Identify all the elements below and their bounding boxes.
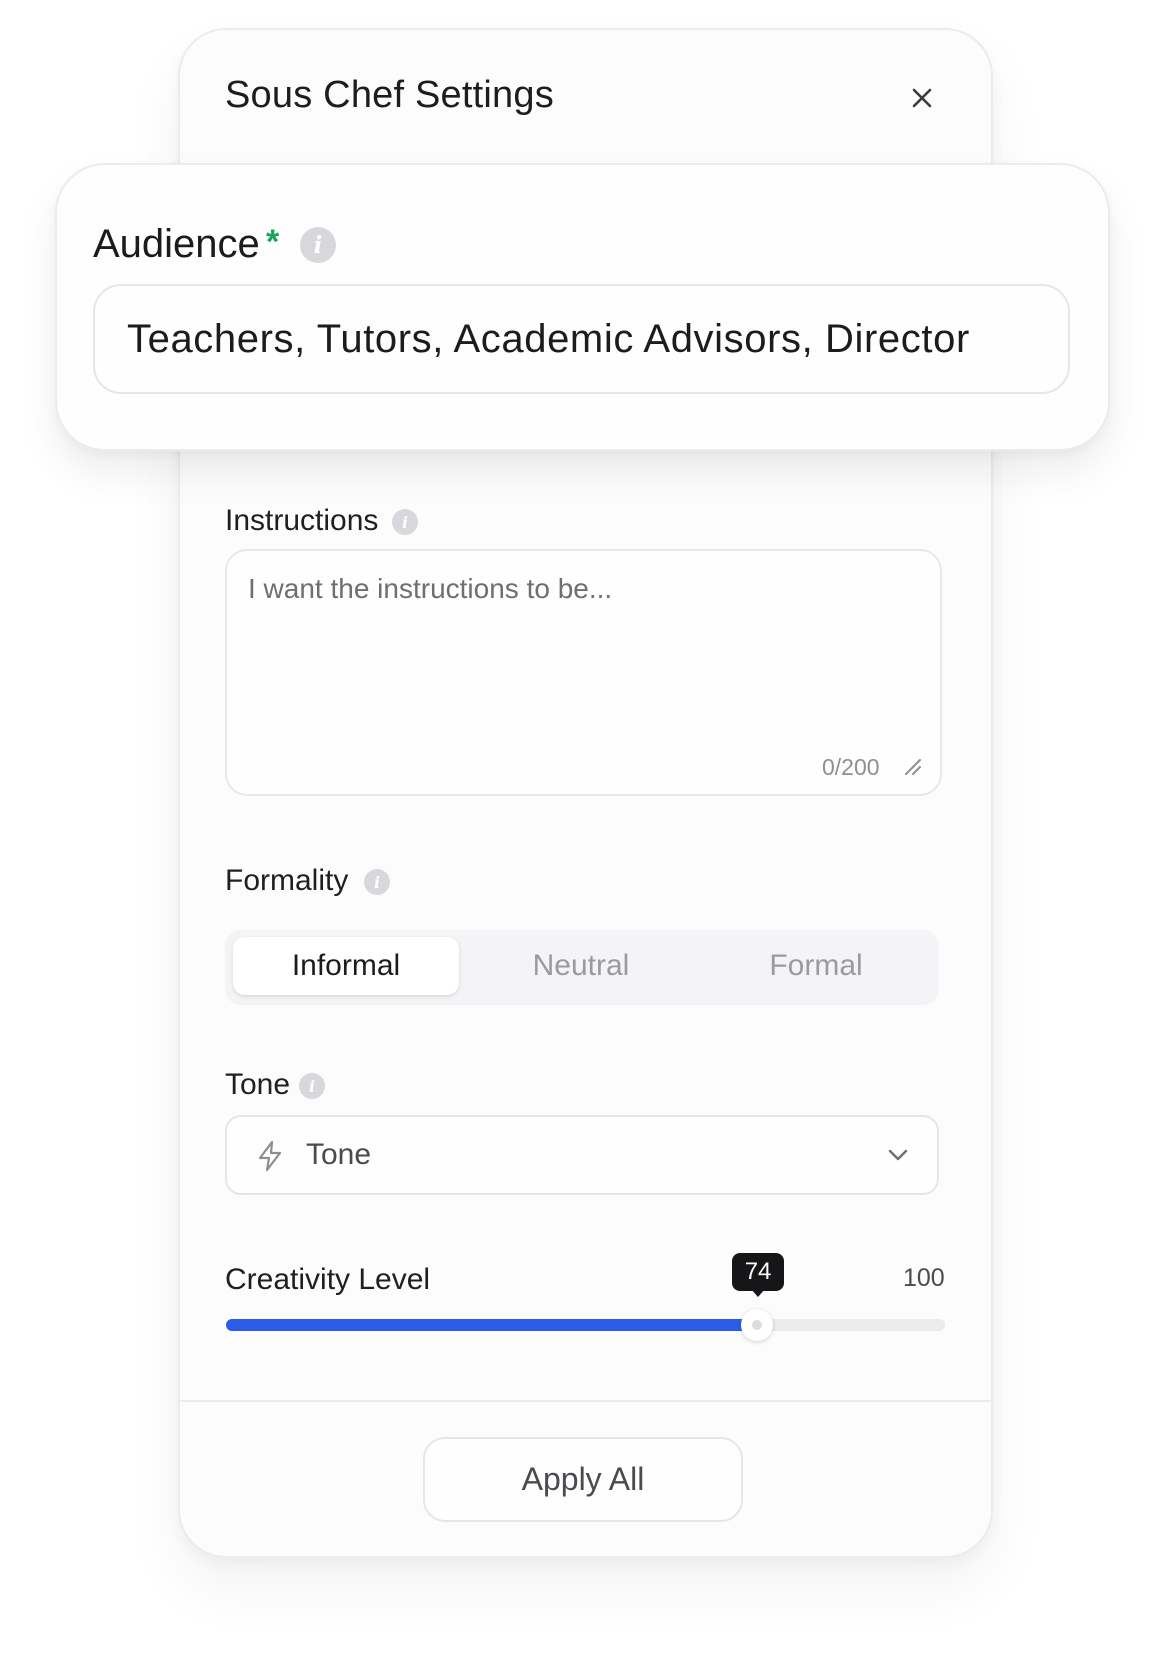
tooltip-pointer bbox=[751, 1289, 766, 1297]
audience-label: Audience bbox=[93, 222, 260, 266]
audience-info-icon[interactable]: i bbox=[300, 227, 336, 263]
resize-handle-icon[interactable] bbox=[902, 756, 924, 778]
formality-option-neutral[interactable]: Neutral bbox=[468, 937, 694, 995]
tone-info-icon[interactable]: i bbox=[299, 1073, 325, 1099]
formality-label: Formality bbox=[225, 864, 349, 897]
instructions-info-icon[interactable]: i bbox=[392, 509, 418, 535]
footer-divider bbox=[179, 1400, 992, 1402]
close-button[interactable] bbox=[902, 78, 942, 118]
apply-all-button[interactable]: Apply All bbox=[423, 1437, 743, 1522]
formality-info-icon[interactable]: i bbox=[364, 869, 390, 895]
instructions-placeholder: I want the instructions to be... bbox=[248, 573, 613, 604]
creativity-max-label: 100 bbox=[903, 1264, 945, 1292]
slider-fill bbox=[226, 1319, 749, 1331]
character-counter: 0/200 bbox=[822, 754, 880, 780]
bolt-icon bbox=[258, 1140, 282, 1172]
slider-thumb-dot bbox=[752, 1320, 763, 1330]
formality-option-formal[interactable]: Formal bbox=[703, 937, 929, 995]
formality-option-informal[interactable]: Informal bbox=[233, 937, 459, 995]
instructions-label: Instructions bbox=[225, 504, 379, 537]
close-icon[interactable] bbox=[902, 78, 942, 118]
tone-label: Tone bbox=[225, 1068, 291, 1101]
required-indicator: * bbox=[266, 223, 280, 261]
chevron-down-icon[interactable] bbox=[886, 1145, 910, 1165]
slider-thumb[interactable] bbox=[741, 1309, 774, 1341]
tone-select-value: Tone bbox=[306, 1138, 372, 1171]
creativity-label: Creativity Level bbox=[225, 1263, 431, 1296]
audience-input[interactable]: Teachers, Tutors, Academic Advisors, Dir… bbox=[93, 284, 1070, 394]
panel-title: Sous Chef Settings bbox=[225, 74, 554, 116]
slider-value-tooltip: 74 bbox=[732, 1253, 785, 1291]
